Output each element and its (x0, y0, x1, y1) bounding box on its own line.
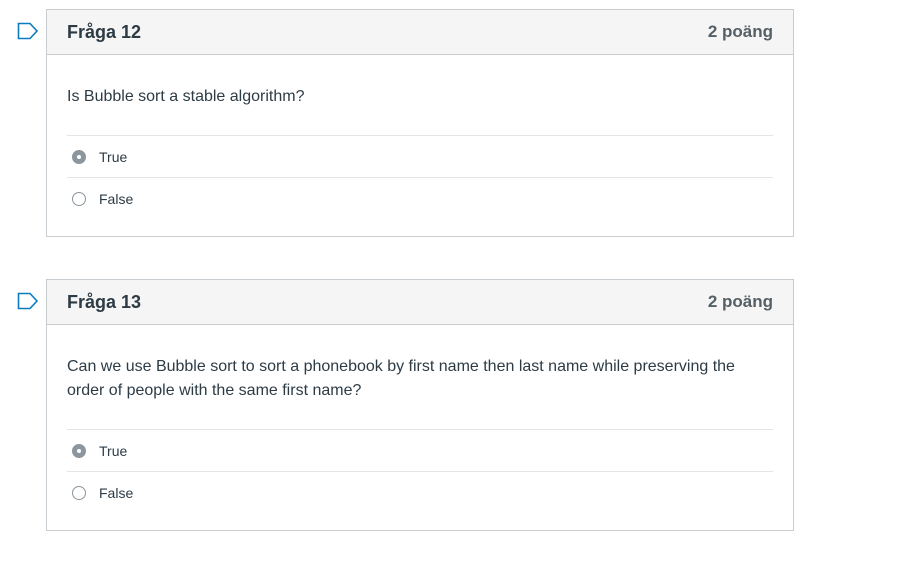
radio-button-selected[interactable] (72, 149, 86, 164)
answer-label: True (99, 442, 128, 459)
question-header: Fråga 12 2 poäng (47, 10, 793, 55)
question-13-card: Fråga 13 2 poäng Can we use Bubble sort … (46, 279, 794, 531)
flag-question-13-icon[interactable] (17, 292, 39, 310)
answer-label: False (99, 190, 134, 207)
radio-button-selected[interactable] (72, 443, 86, 458)
flag-question-12-icon[interactable] (17, 22, 39, 40)
question-header: Fråga 13 2 poäng (47, 280, 793, 325)
answer-option-true[interactable]: True (67, 136, 773, 178)
question-points: 2 poäng (707, 22, 773, 41)
question-text: Can we use Bubble sort to sort a phonebo… (67, 358, 735, 399)
answer-option-true[interactable]: True (67, 430, 773, 472)
answer-label: True (99, 148, 128, 165)
answer-list: True False (67, 135, 773, 219)
radio-button[interactable] (72, 191, 86, 206)
question-title: Fråga 12 (67, 21, 142, 42)
answer-option-false[interactable]: False (67, 178, 773, 219)
answer-label: False (99, 484, 134, 501)
question-points: 2 poäng (707, 292, 773, 311)
question-12-card: Fråga 12 2 poäng Is Bubble sort a stable… (46, 9, 794, 237)
question-text: Is Bubble sort a stable algorithm? (67, 88, 305, 105)
answer-option-false[interactable]: False (67, 472, 773, 513)
question-title: Fråga 13 (67, 291, 142, 312)
radio-button[interactable] (72, 485, 86, 500)
answer-list: True False (67, 429, 773, 513)
